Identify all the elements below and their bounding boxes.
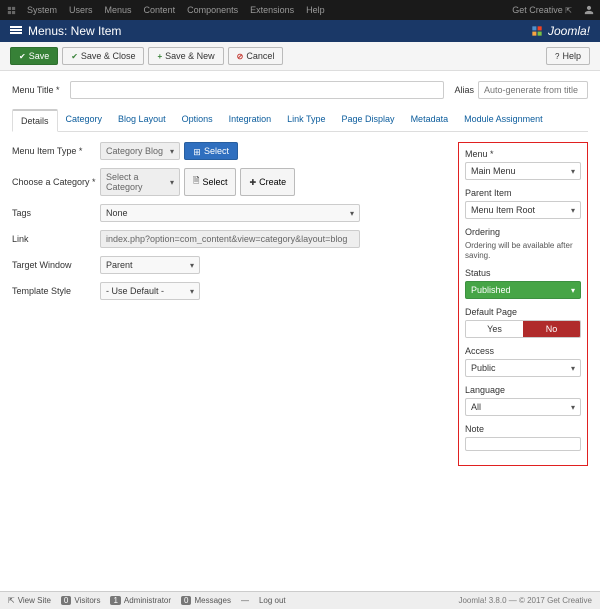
tab-module-assignment[interactable]: Module Assignment bbox=[456, 109, 551, 131]
default-page-yes[interactable]: Yes bbox=[466, 321, 523, 337]
save-new-button[interactable]: + Save & New bbox=[148, 47, 223, 65]
help-icon: ? bbox=[555, 52, 559, 61]
choose-category-label: Choose a Category * bbox=[12, 177, 100, 187]
messages-link[interactable]: 0 Messages bbox=[181, 596, 231, 605]
frontend-link[interactable]: Get Creative ⇱ bbox=[506, 5, 578, 15]
tab-link-type[interactable]: Link Type bbox=[279, 109, 333, 131]
tab-blog-layout[interactable]: Blog Layout bbox=[110, 109, 174, 131]
tab-category[interactable]: Category bbox=[58, 109, 111, 131]
page-title: Menus: New Item bbox=[28, 24, 121, 38]
content-area: Menu Title * Alias Details Category Blog… bbox=[0, 71, 600, 476]
topbar-menu-system[interactable]: System bbox=[21, 5, 63, 15]
check-icon: ✔ bbox=[71, 52, 78, 61]
status-footer: ⇱ View Site 0 Visitors 1 Administrator 0… bbox=[0, 591, 600, 609]
topbar-menu-content[interactable]: Content bbox=[138, 5, 182, 15]
external-icon: ⇱ bbox=[8, 596, 15, 605]
user-icon[interactable] bbox=[584, 5, 594, 15]
doc-icon bbox=[193, 175, 199, 189]
sidebar-menu-select[interactable]: Main Menu bbox=[465, 162, 581, 180]
category-select-button[interactable]: Select bbox=[184, 168, 236, 196]
plus-icon: + bbox=[157, 52, 162, 61]
sidebar-default-page-toggle[interactable]: Yes No bbox=[465, 320, 581, 338]
menus-icon bbox=[10, 26, 22, 36]
check-icon: ✔ bbox=[19, 52, 26, 61]
topbar-menu-menus[interactable]: Menus bbox=[99, 5, 138, 15]
alias-label: Alias bbox=[454, 85, 474, 95]
menu-item-type-select-button[interactable]: Select bbox=[184, 142, 238, 160]
sidebar-note-label: Note bbox=[465, 424, 581, 434]
tab-page-display[interactable]: Page Display bbox=[334, 109, 403, 131]
target-window-label: Target Window bbox=[12, 260, 100, 270]
visitors-link[interactable]: 0 Visitors bbox=[61, 596, 101, 605]
topbar-menus: System Users Menus Content Components Ex… bbox=[6, 5, 331, 16]
details-form: Menu Item Type * Category Blog Select Ch… bbox=[12, 142, 446, 308]
sidebar-access-label: Access bbox=[465, 346, 581, 356]
save-close-button[interactable]: ✔ Save & Close bbox=[62, 47, 144, 65]
tab-metadata[interactable]: Metadata bbox=[403, 109, 457, 131]
sidebar-parent-label: Parent Item bbox=[465, 188, 581, 198]
tab-options[interactable]: Options bbox=[174, 109, 221, 131]
sidebar-ordering-hint: Ordering will be available after saving. bbox=[465, 241, 573, 260]
link-label: Link bbox=[12, 234, 100, 244]
sidebar-default-page-label: Default Page bbox=[465, 307, 581, 317]
sidebar-menu-label: Menu * bbox=[465, 149, 581, 159]
cancel-icon: ⊘ bbox=[237, 52, 244, 61]
tabs-nav: Details Category Blog Layout Options Int… bbox=[12, 109, 588, 132]
tags-select[interactable]: None bbox=[100, 204, 360, 222]
default-page-no[interactable]: No bbox=[523, 321, 580, 337]
sidebar-status-select[interactable]: Published bbox=[465, 281, 581, 299]
grid-icon bbox=[193, 147, 201, 155]
menu-item-type-label: Menu Item Type * bbox=[12, 146, 100, 156]
topbar-menu-help[interactable]: Help bbox=[300, 5, 331, 15]
topbar-menu-extensions[interactable]: Extensions bbox=[244, 5, 300, 15]
sidebar-status-label: Status bbox=[465, 268, 581, 278]
plus-icon bbox=[249, 177, 256, 187]
title-row: Menu Title * Alias bbox=[12, 81, 588, 99]
topbar-menu-users[interactable]: Users bbox=[63, 5, 99, 15]
joomla-logo-icon bbox=[530, 24, 544, 38]
menu-item-type-value: Category Blog bbox=[100, 142, 180, 160]
sidebar-language-select[interactable]: All bbox=[465, 398, 581, 416]
sidebar-ordering-label: Ordering bbox=[465, 227, 581, 237]
admin-topbar: System Users Menus Content Components Ex… bbox=[0, 0, 600, 20]
admin-link[interactable]: 1 Administrator bbox=[110, 596, 171, 605]
sidebar-language-label: Language bbox=[465, 385, 581, 395]
joomla-brand: Joomla! bbox=[530, 24, 590, 38]
tab-integration[interactable]: Integration bbox=[221, 109, 280, 131]
sidebar-note-input[interactable] bbox=[465, 437, 581, 451]
sidebar-parent-select[interactable]: Menu Item Root bbox=[465, 201, 581, 219]
joomla-mini-icon bbox=[6, 5, 17, 16]
menu-title-label: Menu Title * bbox=[12, 85, 60, 95]
page-header: Menus: New Item Joomla! bbox=[0, 20, 600, 42]
link-input bbox=[100, 230, 360, 248]
footer-version: Joomla! 3.8.0 — © 2017 Get Creative bbox=[458, 596, 592, 605]
choose-category-value: Select a Category bbox=[100, 168, 180, 196]
target-window-select[interactable]: Parent bbox=[100, 256, 200, 274]
template-style-label: Template Style bbox=[12, 286, 100, 296]
help-button[interactable]: ? Help bbox=[546, 47, 590, 65]
template-style-select[interactable]: - Use Default - bbox=[100, 282, 200, 300]
topbar-right: Get Creative ⇱ bbox=[506, 5, 594, 15]
logout-link[interactable]: Log out bbox=[259, 596, 286, 605]
cancel-button[interactable]: ⊘ Cancel bbox=[228, 47, 284, 65]
action-toolbar: ✔ Save ✔ Save & Close + Save & New ⊘ Can… bbox=[0, 42, 600, 71]
tags-label: Tags bbox=[12, 208, 100, 218]
external-link-icon: ⇱ bbox=[565, 6, 572, 15]
sidebar-access-select[interactable]: Public bbox=[465, 359, 581, 377]
category-create-button[interactable]: Create bbox=[240, 168, 295, 196]
right-sidebar: Menu * Main Menu Parent Item Menu Item R… bbox=[458, 142, 588, 466]
save-button[interactable]: ✔ Save bbox=[10, 47, 58, 65]
topbar-menu-components[interactable]: Components bbox=[181, 5, 244, 15]
menu-title-input[interactable] bbox=[70, 81, 445, 99]
view-site-link[interactable]: ⇱ View Site bbox=[8, 596, 51, 605]
tab-details[interactable]: Details bbox=[12, 109, 58, 132]
alias-input[interactable] bbox=[478, 81, 588, 99]
